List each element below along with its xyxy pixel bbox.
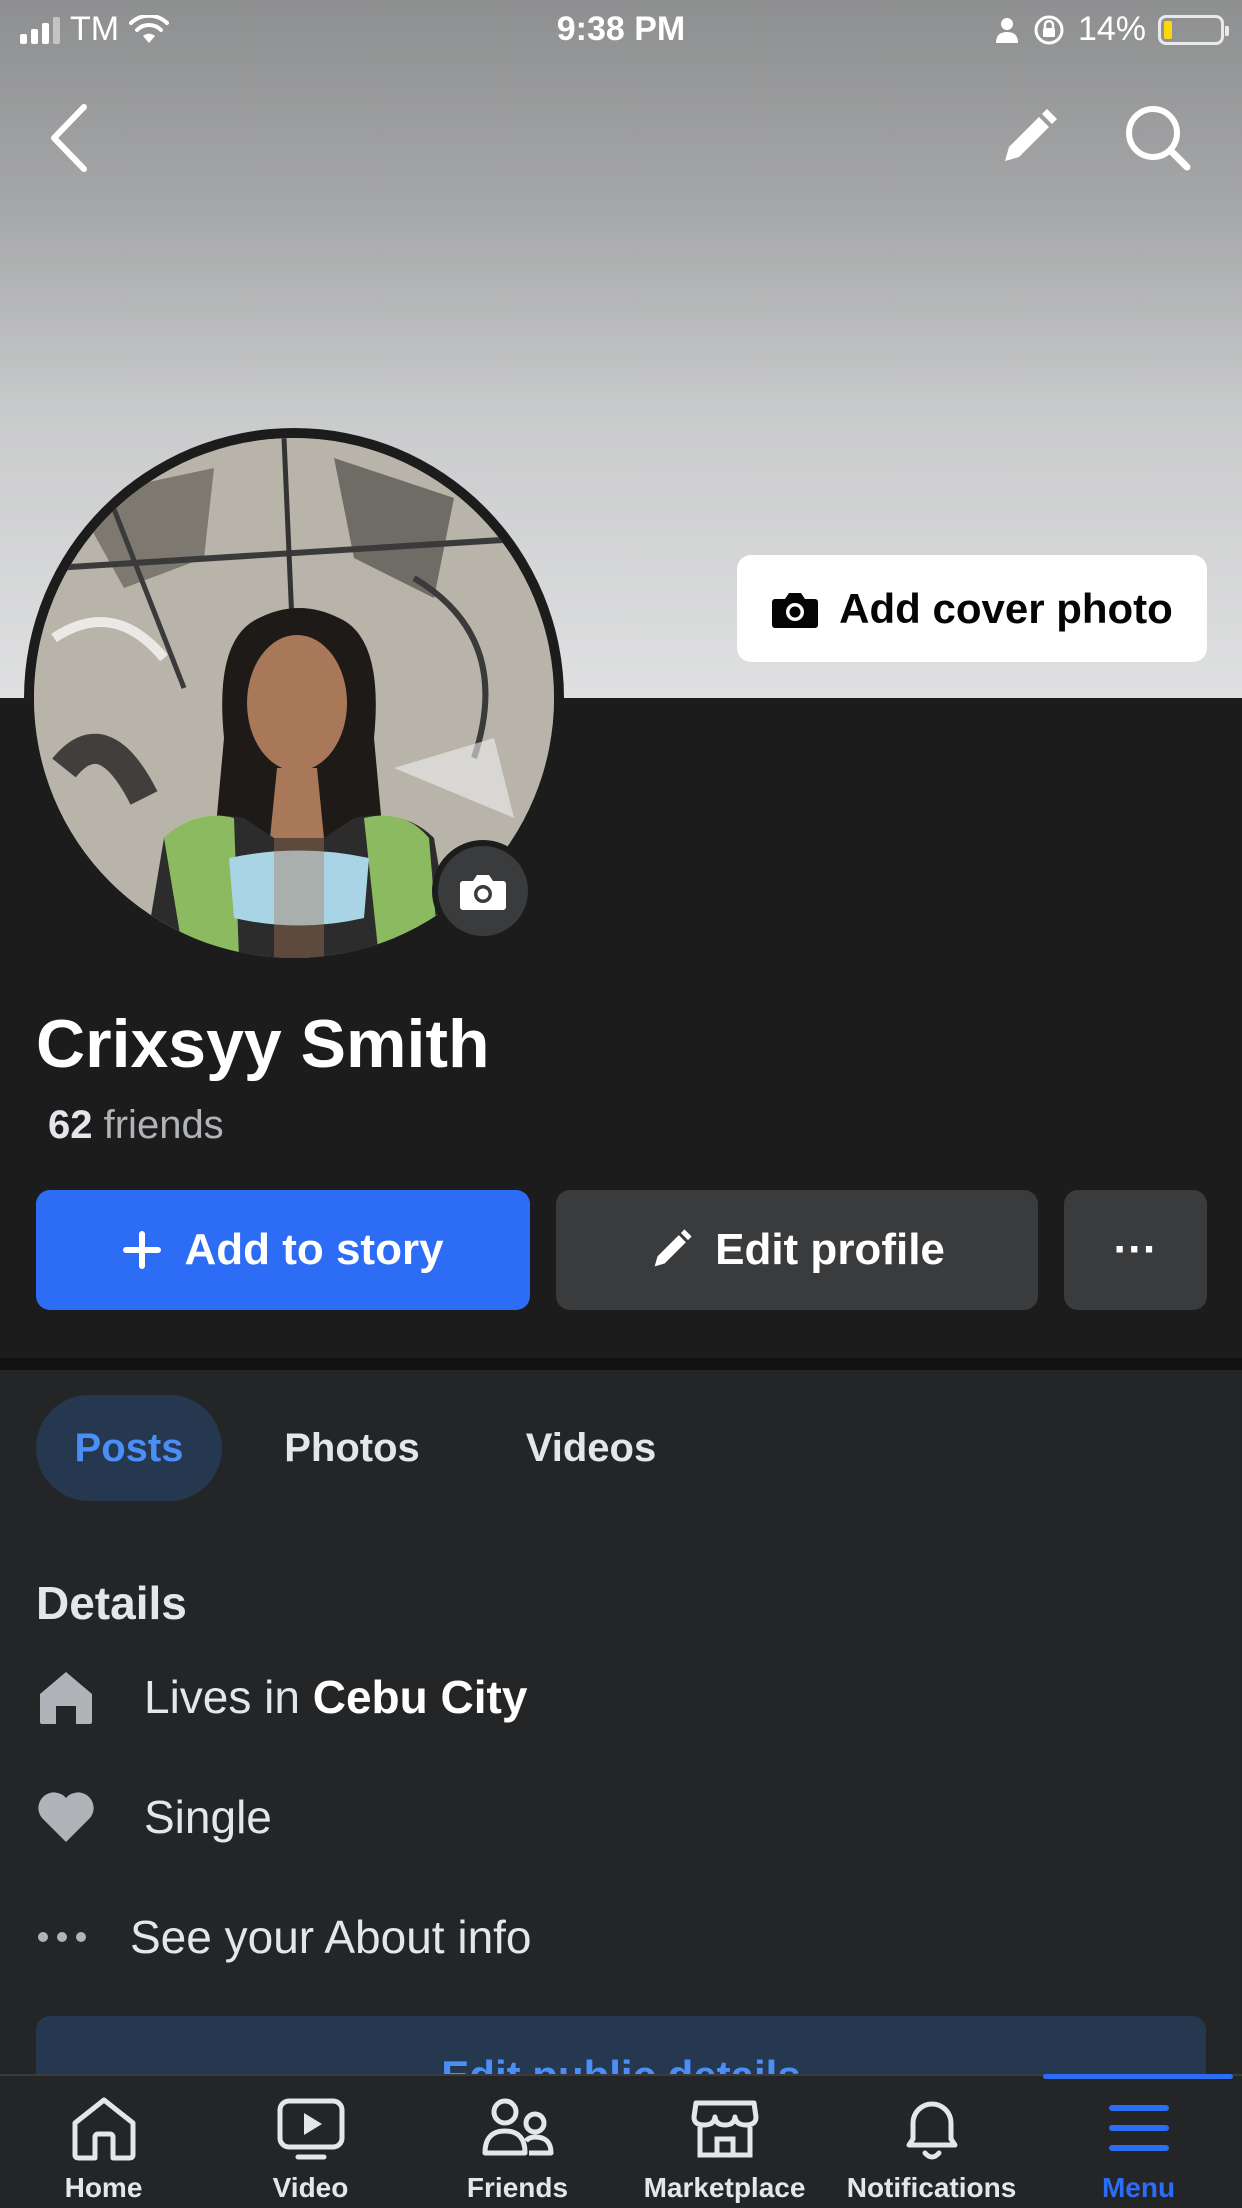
profile-name: Crixsyy Smith [36,1006,490,1082]
see-about-info-link[interactable]: See your About info [36,1905,532,1969]
tab-photos-label: Photos [284,1425,420,1470]
lives-in-city: Cebu City [312,1671,528,1723]
tab-videos-label: Videos [525,1425,657,1470]
friends-count: 62 [48,1103,93,1147]
tab-posts[interactable]: Posts [36,1395,222,1501]
person-icon [995,17,1018,43]
nav-notifications-label: Notifications [846,2172,1017,2203]
detail-lives-in: Lives in Cebu City [36,1665,527,1729]
battery-icon [1158,14,1229,45]
pencil-icon [654,1229,692,1267]
video-icon [277,2098,344,2160]
nav-menu-label: Menu [1101,2172,1176,2203]
more-options-button[interactable]: ··· [1064,1190,1207,1310]
pencil-icon [1005,109,1057,161]
section-divider [0,1358,1242,1370]
edit-profile-button[interactable]: Edit profile [556,1190,1038,1310]
rotation-lock-icon [1034,15,1064,44]
status-right: 14% [994,10,1229,49]
lives-in-prefix: Lives in [144,1671,300,1723]
edit-cover-button[interactable] [988,98,1068,178]
nav-home-label: Home [64,2172,143,2203]
friends-label: friends [103,1103,224,1147]
bell-icon [906,2101,957,2160]
status-bar: TM 9:38 PM 14% [0,0,1242,62]
nav-menu[interactable]: Menu [1035,2076,1242,2208]
add-to-story-button[interactable]: Add to story [36,1190,530,1310]
relationship-status: Single [144,1791,272,1843]
friends-icon [482,2098,553,2156]
plus-icon [123,1231,162,1269]
tab-videos[interactable]: Videos [490,1395,692,1501]
nav-home[interactable]: Home [0,2076,207,2208]
nav-video-label: Video [272,2172,349,2203]
search-icon [1126,106,1191,171]
nav-marketplace-label: Marketplace [643,2172,806,2203]
detail-relationship: Single [36,1785,272,1849]
more-dots-icon [38,1932,86,1942]
back-button[interactable] [30,98,110,178]
nav-marketplace[interactable]: Marketplace [621,2076,828,2208]
tab-photos[interactable]: Photos [254,1395,450,1501]
add-to-story-label: Add to story [184,1225,444,1274]
change-profile-picture-button[interactable] [432,840,534,942]
bottom-navigation: Home Video Friends Marketplace Notificat… [0,2074,1242,2208]
camera-icon [460,875,506,910]
details-heading: Details [36,1577,187,1629]
marketplace-icon [691,2100,758,2158]
chevron-left-icon [51,104,87,172]
more-options-label: ··· [1113,1225,1158,1274]
friends-count-link[interactable]: 62 friends [48,1103,224,1148]
nav-active-indicator [1043,2074,1233,2079]
add-cover-photo-button[interactable]: Add cover photo [737,555,1207,662]
add-cover-photo-label: Add cover photo [839,584,1173,632]
heart-icon [38,1792,94,1842]
nav-notifications[interactable]: Notifications [828,2076,1035,2208]
edit-profile-label: Edit profile [715,1225,945,1274]
menu-icon [1108,2105,1169,2151]
camera-icon [772,592,819,628]
home-icon [72,2097,135,2161]
tab-posts-label: Posts [74,1425,184,1470]
nav-video[interactable]: Video [207,2076,414,2208]
search-button[interactable] [1118,98,1198,178]
nav-friends[interactable]: Friends [414,2076,621,2208]
see-about-info-label: See your About info [130,1911,532,1963]
nav-friends-label: Friends [466,2172,569,2203]
home-icon [40,1672,92,1724]
battery-percent: 14% [1077,10,1146,48]
